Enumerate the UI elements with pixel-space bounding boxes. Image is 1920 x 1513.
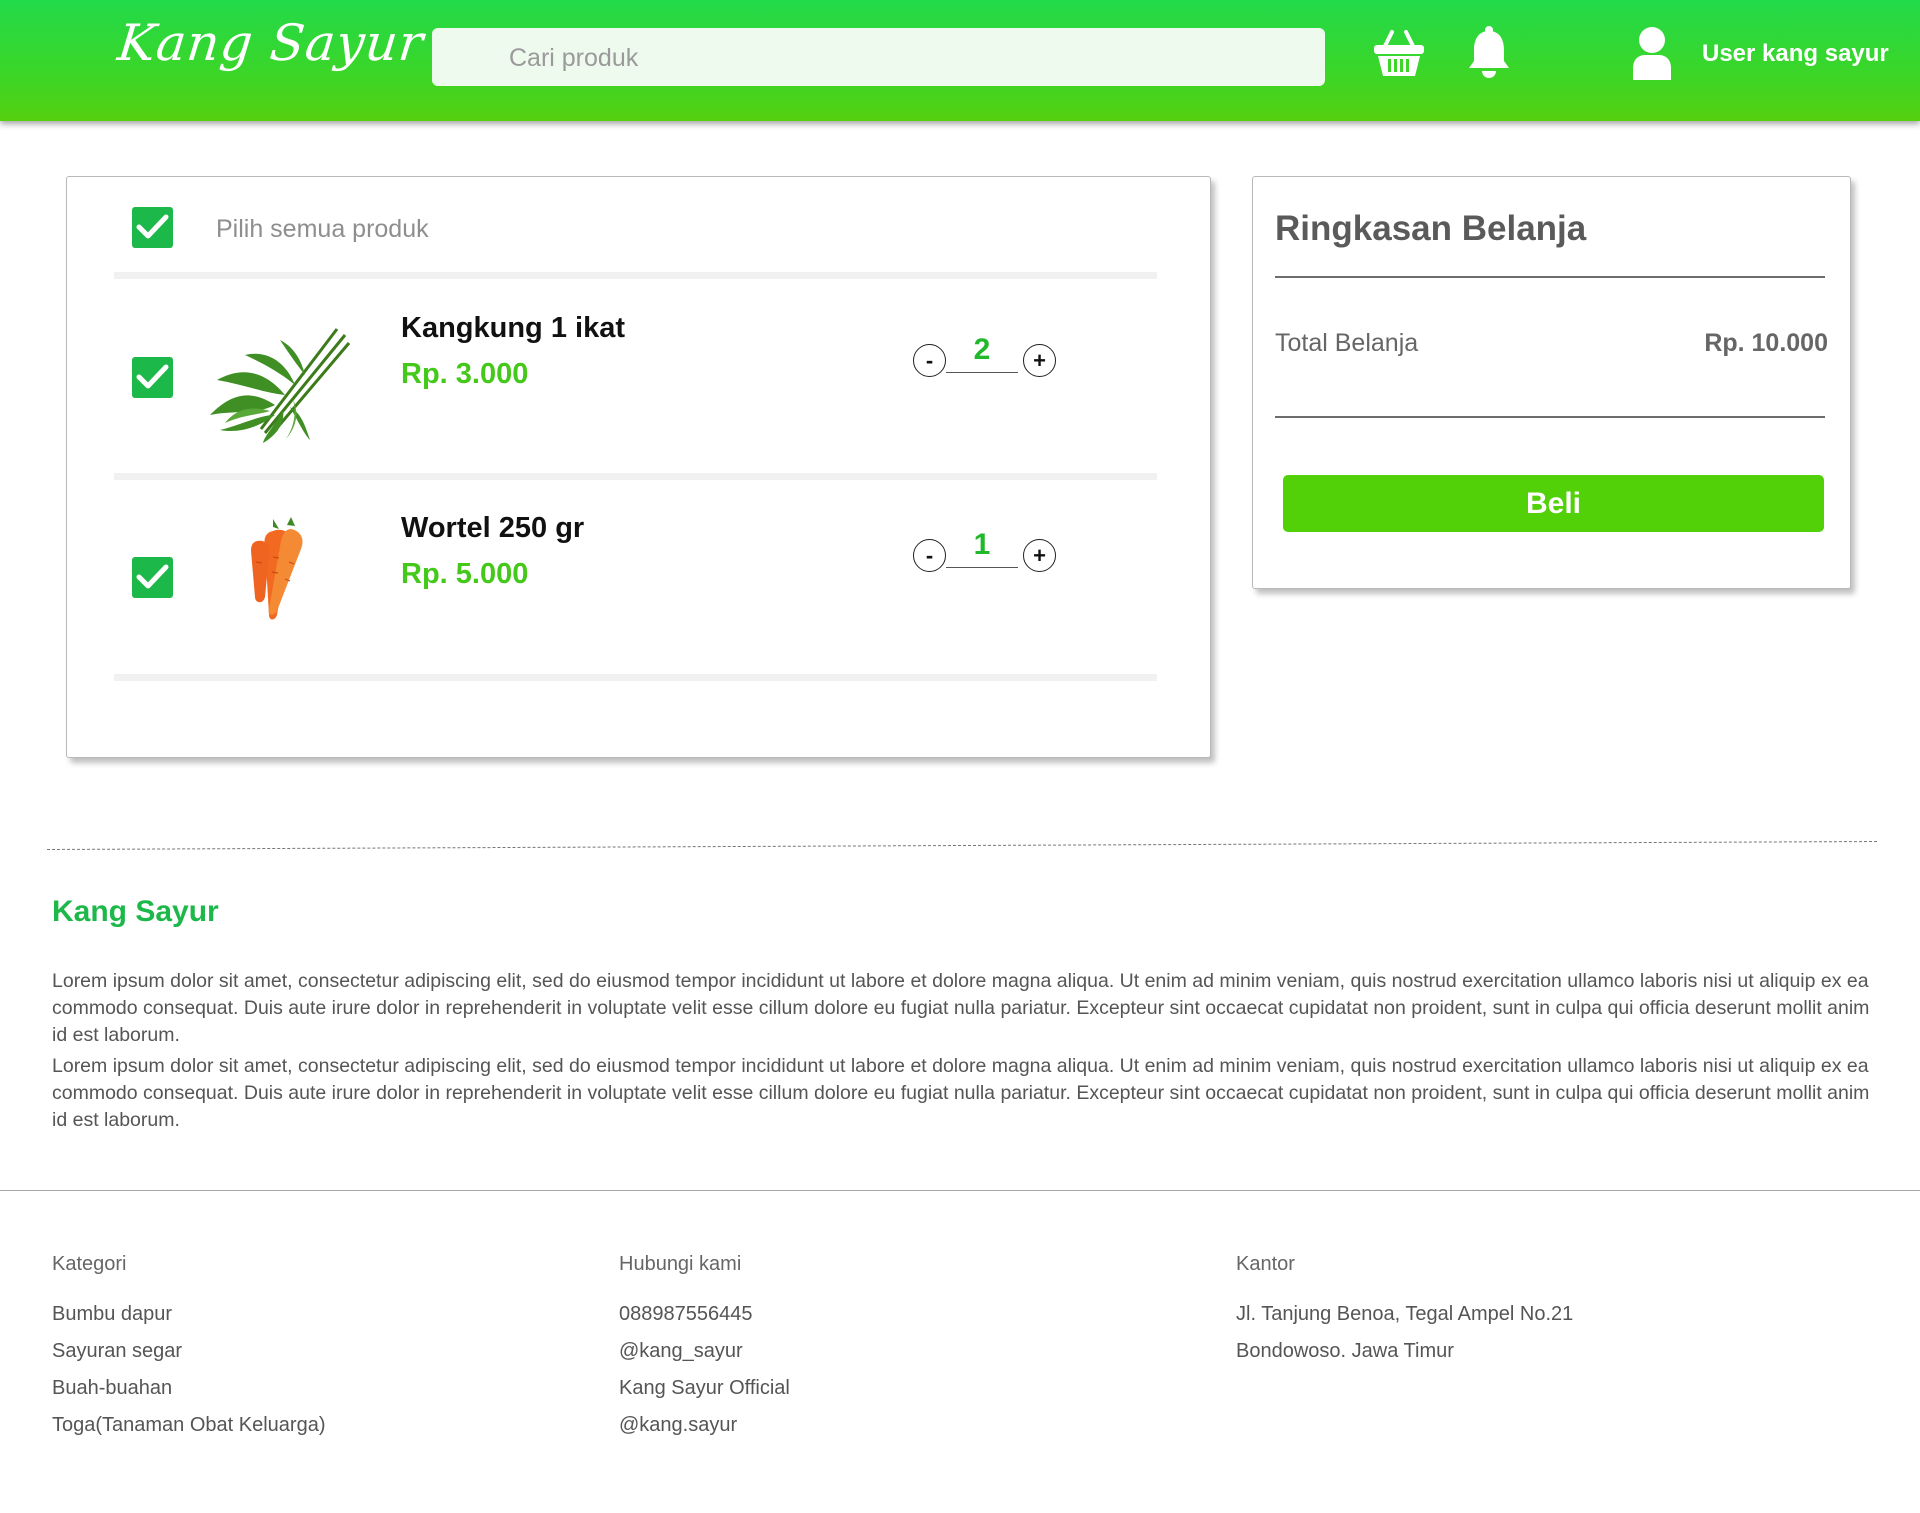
bell-icon[interactable] xyxy=(1467,25,1511,84)
total-label: Total Belanja xyxy=(1275,329,1419,357)
summary-title: Ringkasan Belanja xyxy=(1275,209,1587,248)
footer-link[interactable]: Bumbu dapur xyxy=(52,1301,326,1338)
increase-quantity-button[interactable]: + xyxy=(1023,539,1056,572)
footer-heading: Kantor xyxy=(1236,1253,1295,1275)
footer-link[interactable]: Buah-buahan xyxy=(52,1375,326,1412)
footer-link[interactable]: Sayuran segar xyxy=(52,1338,326,1375)
increase-quantity-button[interactable]: + xyxy=(1023,344,1056,377)
footer-heading: Kategori xyxy=(52,1253,127,1275)
select-all-label: Pilih semua produk xyxy=(216,215,429,243)
basket-icon[interactable] xyxy=(1372,28,1426,83)
search-bar[interactable] xyxy=(432,28,1325,88)
user-icon[interactable] xyxy=(1631,26,1673,85)
footer-link[interactable]: @kang_sayur xyxy=(619,1338,790,1375)
wortel-image xyxy=(243,517,323,627)
user-name-label[interactable]: User kang sayur xyxy=(1702,40,1889,68)
footer-hubungi: Hubungi kami 088987556445 @kang_sayur Ka… xyxy=(619,1253,790,1449)
top-navbar: Kang Sayur User kang sayur xyxy=(0,0,1920,121)
decrease-quantity-button[interactable]: - xyxy=(913,539,946,572)
divider xyxy=(114,272,1157,279)
total-value: Rp. 10.000 xyxy=(1704,329,1828,357)
footer-link[interactable]: Kang Sayur Official xyxy=(619,1375,790,1412)
select-all-checkbox[interactable] xyxy=(132,207,173,248)
product-name[interactable]: Kangkung 1 ikat xyxy=(401,312,625,345)
about-paragraph: Lorem ipsum dolor sit amet, consectetur … xyxy=(52,970,1870,1046)
item-checkbox[interactable] xyxy=(132,357,173,398)
product-price: Rp. 5.000 xyxy=(401,558,529,590)
footer-address: Bondowoso. Jawa Timur xyxy=(1236,1340,1454,1362)
footer-link[interactable]: Toga(Tanaman Obat Keluarga) xyxy=(52,1412,326,1449)
footer-link[interactable]: 088987556445 xyxy=(619,1301,790,1338)
product-name[interactable]: Wortel 250 gr xyxy=(401,512,584,545)
quantity-value[interactable]: 2 xyxy=(946,332,1018,373)
divider xyxy=(114,473,1157,480)
product-price: Rp. 3.000 xyxy=(401,358,529,390)
footer-link[interactable]: @kang.sayur xyxy=(619,1412,790,1449)
item-checkbox[interactable] xyxy=(132,557,173,598)
summary-card: Ringkasan Belanja Total Belanja Rp. 10.0… xyxy=(1252,176,1851,589)
footer-heading: Hubungi kami xyxy=(619,1253,742,1275)
footer-divider xyxy=(0,1190,1920,1191)
footer-address: Jl. Tanjung Benoa, Tegal Ampel No.21 xyxy=(1236,1303,1574,1325)
quantity-value[interactable]: 1 xyxy=(946,527,1018,568)
search-input[interactable] xyxy=(507,28,1311,88)
divider xyxy=(1275,416,1825,418)
logo[interactable]: Kang Sayur xyxy=(115,14,427,72)
dashed-divider xyxy=(47,841,1877,850)
kangkung-image xyxy=(205,315,355,450)
divider xyxy=(1275,276,1825,278)
divider xyxy=(114,674,1157,681)
decrease-quantity-button[interactable]: - xyxy=(913,344,946,377)
footer-kantor: Kantor Jl. Tanjung Benoa, Tegal Ampel No… xyxy=(1236,1253,1573,1375)
buy-button[interactable]: Beli xyxy=(1283,475,1824,532)
footer-kategori: Kategori Bumbu dapur Sayuran segar Buah-… xyxy=(52,1253,326,1449)
about-title: Kang Sayur xyxy=(52,895,219,928)
cart-card: Pilih semua produk Kangkung 1 ikat Rp. 3… xyxy=(66,176,1211,758)
about-paragraph: Lorem ipsum dolor sit amet, consectetur … xyxy=(52,1055,1870,1131)
